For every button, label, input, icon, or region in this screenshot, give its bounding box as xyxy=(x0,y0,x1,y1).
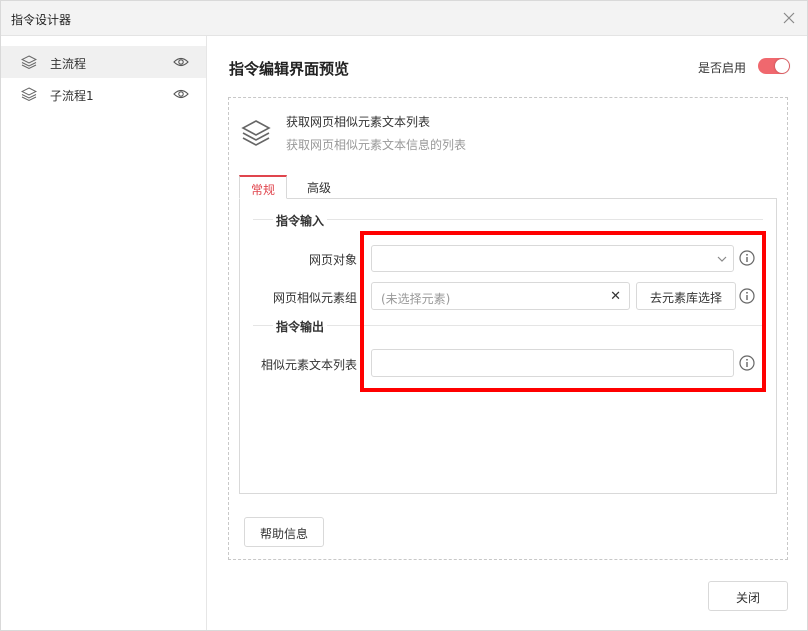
section-title-input: 指令输入 xyxy=(273,212,328,229)
enable-toggle[interactable] xyxy=(758,58,790,74)
layers-icon xyxy=(21,87,37,102)
sidebar-item-label: 子流程1 xyxy=(50,89,94,103)
eye-icon[interactable] xyxy=(173,87,189,101)
info-icon[interactable] xyxy=(739,355,755,371)
chevron-down-icon xyxy=(717,256,727,262)
close-icon[interactable] xyxy=(781,10,797,26)
title-bar: 指令设计器 xyxy=(1,1,807,36)
sidebar-item-subprocess-1[interactable]: 子流程1 xyxy=(1,78,206,110)
toggle-knob xyxy=(775,59,789,73)
tab-general[interactable]: 常规 xyxy=(239,175,287,199)
text-list-input[interactable] xyxy=(371,349,734,377)
info-icon[interactable] xyxy=(739,250,755,266)
page-title: 指令编辑界面预览 xyxy=(229,60,350,78)
help-button[interactable]: 帮助信息 xyxy=(244,517,324,547)
enable-label: 是否启用 xyxy=(698,61,747,75)
command-name: 获取网页相似元素文本列表 xyxy=(286,115,431,129)
window-title: 指令设计器 xyxy=(11,13,72,27)
similar-group-label: 网页相似元素组 xyxy=(272,291,357,305)
sidebar-item-label: 主流程 xyxy=(50,57,87,71)
tab-panel xyxy=(239,198,777,494)
element-library-button[interactable]: 去元素库选择 xyxy=(636,282,736,310)
similar-group-input[interactable]: (未选择元素) ✕ xyxy=(371,282,630,310)
clear-icon[interactable]: ✕ xyxy=(610,289,621,304)
section-divider xyxy=(253,219,763,220)
eye-icon[interactable] xyxy=(173,55,189,69)
close-button[interactable]: 关闭 xyxy=(708,581,788,611)
web-object-select[interactable] xyxy=(371,245,734,272)
layers-icon xyxy=(21,55,37,70)
section-divider xyxy=(253,325,763,326)
web-object-label: 网页对象 xyxy=(308,253,357,267)
designer-window: 指令设计器 主流程 子流程1 指令编辑界面预览 是否启用 获取网页相似元素文本列… xyxy=(0,0,808,631)
text-list-label: 相似元素文本列表 xyxy=(260,358,357,372)
tab-advanced[interactable]: 高级 xyxy=(299,175,339,199)
command-description: 获取网页相似元素文本信息的列表 xyxy=(286,138,467,152)
sidebar-item-main-process[interactable]: 主流程 xyxy=(1,46,206,78)
similar-group-placeholder: (未选择元素) xyxy=(381,292,451,306)
layers-icon xyxy=(241,120,271,146)
info-icon[interactable] xyxy=(739,288,755,304)
process-sidebar: 主流程 子流程1 xyxy=(1,36,207,630)
section-title-output: 指令输出 xyxy=(273,318,328,335)
